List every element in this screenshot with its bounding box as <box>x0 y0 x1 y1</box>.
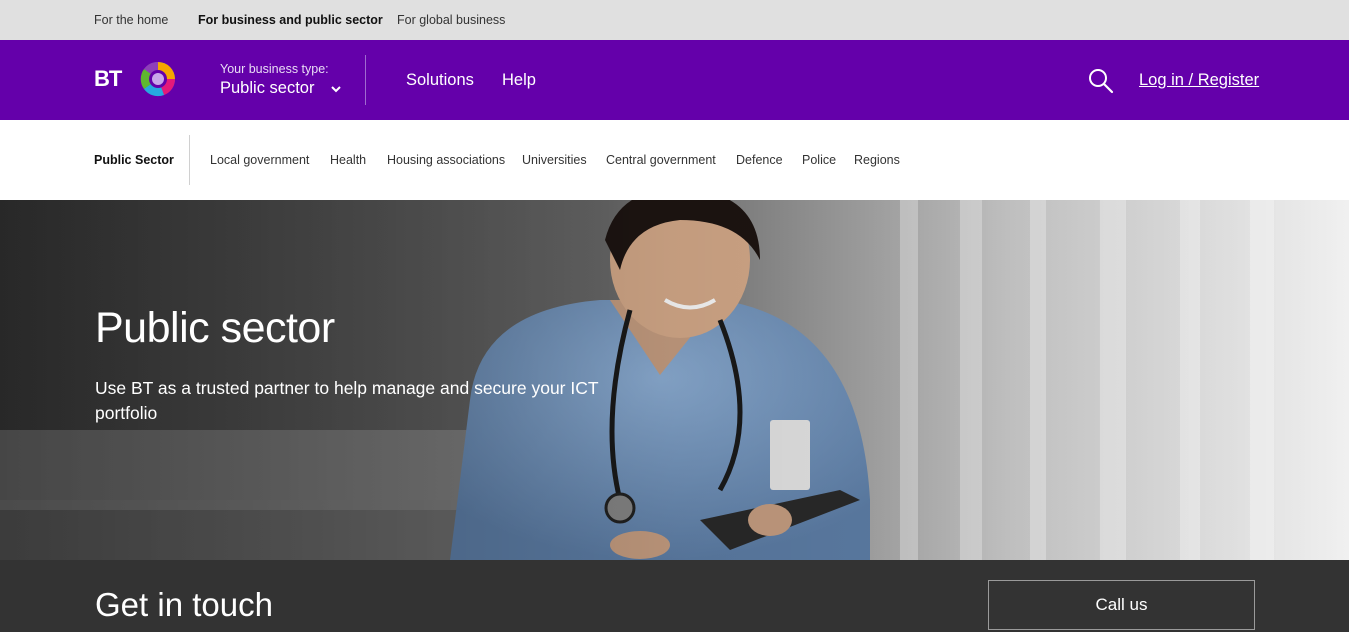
subnav-universities[interactable]: Universities <box>522 153 587 167</box>
nav-solutions[interactable]: Solutions <box>406 71 474 90</box>
chevron-down-icon <box>331 85 341 93</box>
get-in-touch-section: Get in touch Call us <box>0 560 1349 632</box>
nav-help[interactable]: Help <box>502 71 536 90</box>
business-type-text: Public sector <box>220 79 315 97</box>
business-type-label: Your business type: <box>220 62 329 76</box>
section-nav: Public Sector Local government Health Ho… <box>0 120 1349 200</box>
subnav-regions[interactable]: Regions <box>854 153 900 167</box>
bt-logo[interactable]: BT <box>94 57 180 101</box>
link-for-business-and-public-sector[interactable]: For business and public sector <box>198 13 383 27</box>
search-icon[interactable] <box>1088 68 1114 94</box>
subnav-housing-associations[interactable]: Housing associations <box>387 153 505 167</box>
section-divider <box>189 135 190 185</box>
hero-title: Public sector <box>95 304 335 352</box>
section-title[interactable]: Public Sector <box>94 153 174 167</box>
login-register-link[interactable]: Log in / Register <box>1139 71 1259 90</box>
link-for-global-business[interactable]: For global business <box>397 13 505 27</box>
hero-banner: Public sector Use BT as a trusted partne… <box>0 200 1349 560</box>
call-us-button[interactable]: Call us <box>988 580 1255 630</box>
header-divider <box>365 55 366 105</box>
logo-text: BT <box>94 66 122 91</box>
hero-subtitle: Use BT as a trusted partner to help mana… <box>95 378 599 423</box>
subnav-police[interactable]: Police <box>802 153 836 167</box>
bt-globe-icon <box>140 61 176 97</box>
get-in-touch-title: Get in touch <box>95 586 273 623</box>
subnav-health[interactable]: Health <box>330 153 366 167</box>
subnav-central-government[interactable]: Central government <box>606 153 716 167</box>
business-type-value: Public sector <box>220 79 343 98</box>
link-for-the-home[interactable]: For the home <box>94 13 168 27</box>
business-type-selector[interactable]: Your business type: Public sector <box>220 62 343 98</box>
subnav-local-government[interactable]: Local government <box>210 153 309 167</box>
utility-bar: For the home For business and public sec… <box>0 0 1349 40</box>
subnav-defence[interactable]: Defence <box>736 153 783 167</box>
main-header: BT Your business type: Public sector Sol… <box>0 40 1349 120</box>
